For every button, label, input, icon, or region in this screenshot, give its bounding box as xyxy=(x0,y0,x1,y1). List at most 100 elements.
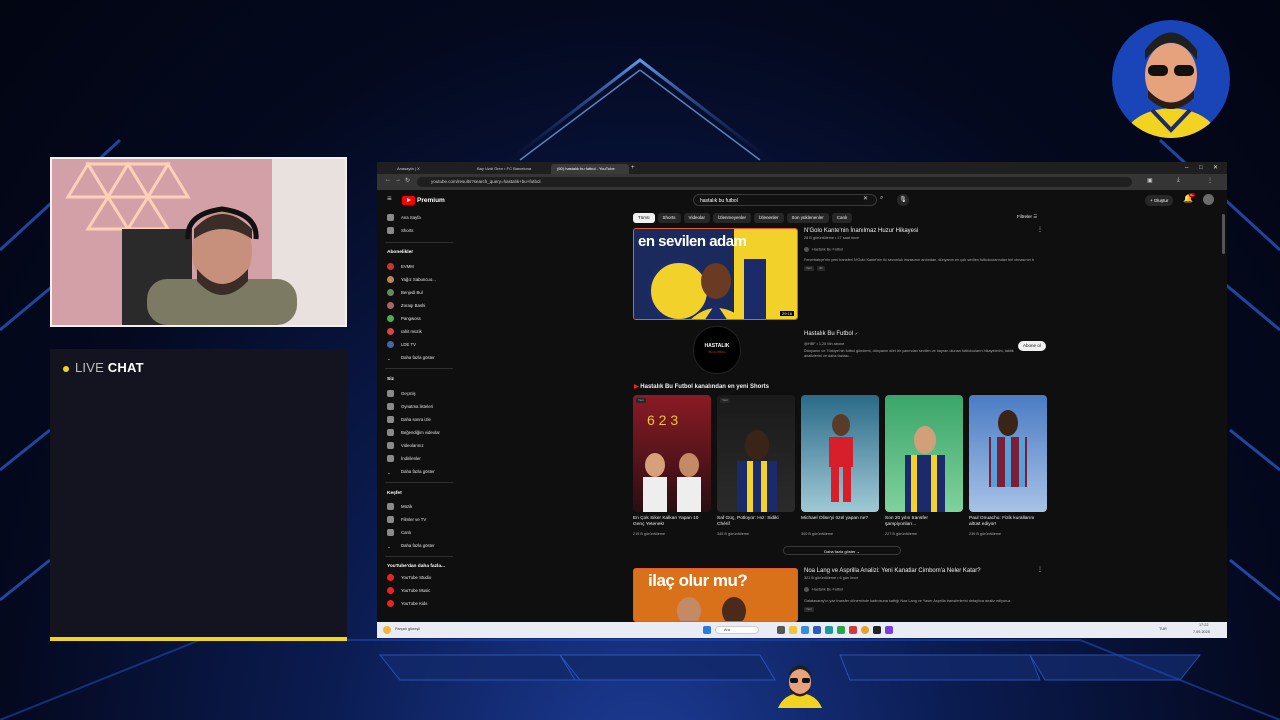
youtube-logo[interactable]: Premium xyxy=(402,195,445,205)
sidebar-item-music-app[interactable]: YouTube Music xyxy=(387,586,430,596)
microphone-icon[interactable]: 🎙 xyxy=(897,194,909,206)
chrome-icon[interactable] xyxy=(861,626,869,634)
show-more-button[interactable]: Daha fazla göster ⌄ xyxy=(783,546,901,555)
sidebar-item-sub[interactable]: Yağız Sabuncuo... xyxy=(387,275,436,285)
chip-live[interactable]: Canlı xyxy=(831,213,853,223)
filters-button[interactable]: Filtreler ☰ xyxy=(1017,214,1037,220)
sidebar-item-downloads[interactable]: İndirilenler xyxy=(387,454,421,464)
filters-label: Filtreler xyxy=(1017,214,1033,219)
new-tab-icon[interactable]: + xyxy=(631,162,635,174)
store-icon[interactable] xyxy=(813,626,821,634)
short-card[interactable] xyxy=(801,395,879,512)
sidebar-item-playlists[interactable]: Oynatma listeleri xyxy=(387,402,433,412)
sidebar-item-your-videos[interactable]: Videolarınız xyxy=(387,441,424,451)
reload-icon[interactable]: ↻ xyxy=(405,177,410,184)
clock-time[interactable]: 17:22 xyxy=(1199,623,1209,627)
channel-title[interactable]: Hastalık Bu Futbol ✓ xyxy=(804,330,858,338)
more-options-icon[interactable]: ⋮ xyxy=(1037,226,1043,233)
sidebar-item-liked[interactable]: Beğendiğim videolar xyxy=(387,428,440,438)
search-icon[interactable]: ⌕ xyxy=(880,195,883,202)
tab-youtube[interactable]: (60) hastalık bu futbol - YouTube xyxy=(551,164,629,174)
edge-icon[interactable] xyxy=(801,626,809,634)
chip-all[interactable]: Tümü xyxy=(633,213,655,223)
back-icon[interactable]: ← xyxy=(385,177,391,183)
app-icon[interactable] xyxy=(885,626,893,634)
app-icon[interactable] xyxy=(825,626,833,634)
short-card[interactable] xyxy=(969,395,1047,512)
chip-watched[interactable]: İzlenenler xyxy=(753,213,784,223)
chip-videos[interactable]: Videolar xyxy=(683,213,710,223)
sidebar-item-music[interactable]: Müzik xyxy=(387,502,412,512)
create-button[interactable]: + Oluştur xyxy=(1145,195,1174,206)
maximize-icon[interactable]: □ xyxy=(1199,162,1203,174)
sidebar-show-more[interactable]: ⌄ Daha fazla göster xyxy=(387,353,435,363)
scrollbar-thumb[interactable] xyxy=(1222,214,1225,254)
sidebar-show-more[interactable]: ⌄ Daha fazla göster xyxy=(387,541,435,551)
sidebar-item-sub[interactable]: EVMM xyxy=(387,262,414,272)
app-icon[interactable] xyxy=(837,626,845,634)
taskbar-search[interactable]: Ara xyxy=(715,626,759,634)
forward-icon[interactable]: → xyxy=(395,177,401,183)
sidebar-item-studio[interactable]: YouTube Studio xyxy=(387,573,431,583)
clear-search-icon[interactable]: ✕ xyxy=(863,195,868,202)
sidebar-item-sub[interactable]: Zoraqı Bashi xyxy=(387,301,425,311)
sidebar-item-movies[interactable]: Filmler ve TV xyxy=(387,515,426,525)
account-avatar[interactable] xyxy=(1203,194,1214,205)
sidebar-you-heading[interactable]: Siz xyxy=(387,377,394,382)
short-card[interactable]: Yeni xyxy=(717,395,795,512)
music-icon xyxy=(387,503,394,511)
clock-date[interactable]: 7.09.2025 xyxy=(1193,630,1210,634)
short-title[interactable]: Son 20 yılın transfer şampiyonları... xyxy=(885,516,957,528)
short-card[interactable]: 6 2 3 Yeni xyxy=(633,395,711,512)
short-title[interactable]: En Çok Siker Kalkan Yapan 10 Genç Yetene… xyxy=(633,516,705,528)
notification-badge: 9+ xyxy=(1189,193,1195,197)
sidebar-item-label: YouTube Studio xyxy=(401,575,432,580)
video-thumbnail[interactable]: en sevilen adam 29:16 xyxy=(633,228,798,320)
more-options-icon[interactable]: ⋮ xyxy=(1037,566,1043,573)
short-title[interactable]: Michael Olise'yi özel yapan ne? xyxy=(801,516,873,522)
tab-x[interactable]: Anasayfa | X xyxy=(391,164,469,174)
search-input[interactable]: hastalık bu futbol xyxy=(693,194,877,206)
channel-name[interactable]: Hastalık Bu Futbol xyxy=(804,587,843,592)
chip-unwatched[interactable]: İzlenmeyenler xyxy=(712,213,751,223)
sidebar-item-history[interactable]: Geçmiş xyxy=(387,389,416,399)
sidebar-item-home[interactable]: Ana Sayfa xyxy=(387,213,421,223)
sidebar-item-sub[interactable]: Benjedi Bul xyxy=(387,288,423,298)
channel-logo[interactable]: HASTALIK BU FUTBOL xyxy=(693,326,741,374)
close-window-icon[interactable]: ✕ xyxy=(1213,162,1218,174)
url-input[interactable]: youtube.com/results?search_query=hastalı… xyxy=(417,177,1132,187)
video-title[interactable]: N'Golo Kante'nin İnanılmaz Huzur Hikayes… xyxy=(804,228,918,235)
short-title[interactable]: Paul Onuachu: Fizik kurallarını altüst e… xyxy=(969,516,1041,528)
sidebar-item-kids[interactable]: YouTube Kids xyxy=(387,599,427,609)
language-indicator[interactable]: TUR xyxy=(1159,627,1167,631)
subscribe-button[interactable]: Abone ol xyxy=(1018,341,1046,351)
sidebar-item-live[interactable]: Canlı xyxy=(387,528,411,538)
weather-icon[interactable] xyxy=(383,626,391,634)
video-title[interactable]: Noa Lang ve Asprilla Analizi: Yeni Kanat… xyxy=(804,568,981,575)
app-icon[interactable] xyxy=(849,626,857,634)
obs-icon[interactable] xyxy=(873,626,881,634)
sidebar-item-sub[interactable]: LDE TV xyxy=(387,340,416,350)
tab-barcelona[interactable]: Bay Uzdi Ören • FC Barcelona xyxy=(471,164,549,174)
short-title[interactable]: Saf Güç, Potloyor: Hız: Sidiki Chérif xyxy=(717,516,789,528)
sidebar-show-more[interactable]: ⌄ Daha fazla göster xyxy=(387,467,435,477)
short-card[interactable] xyxy=(885,395,963,512)
start-icon[interactable] xyxy=(703,626,711,634)
file-explorer-icon[interactable] xyxy=(789,626,797,634)
task-view-icon[interactable] xyxy=(777,626,785,634)
minimize-icon[interactable]: – xyxy=(1185,162,1188,174)
channel-name[interactable]: Hastalık Bu Futbol xyxy=(804,247,843,252)
sidebar-subscriptions-heading[interactable]: Abonelikler xyxy=(387,250,413,255)
extensions-icon[interactable]: ▣ xyxy=(1147,177,1153,184)
chip-shorts[interactable]: Shorts xyxy=(657,213,681,223)
sidebar-item-shorts[interactable]: Shorts xyxy=(387,226,413,236)
filter-chips: Tümü Shorts Videolar İzlenmeyenler İzlen… xyxy=(633,213,853,223)
sidebar-item-sub[interactable]: Pangwoss xyxy=(387,314,421,324)
menu-icon[interactable]: ≡ xyxy=(387,194,392,203)
video-thumbnail[interactable]: ilaç olur mu? xyxy=(633,568,798,622)
chip-recent[interactable]: Son yüklenenler xyxy=(786,213,829,223)
browser-menu-icon[interactable]: ⋮ xyxy=(1207,177,1213,184)
download-icon[interactable]: ⤓ xyxy=(1177,177,1180,184)
sidebar-item-watch-later[interactable]: Daha sonra izle xyxy=(387,415,431,425)
sidebar-item-sub[interactable]: rahit müzik xyxy=(387,327,422,337)
